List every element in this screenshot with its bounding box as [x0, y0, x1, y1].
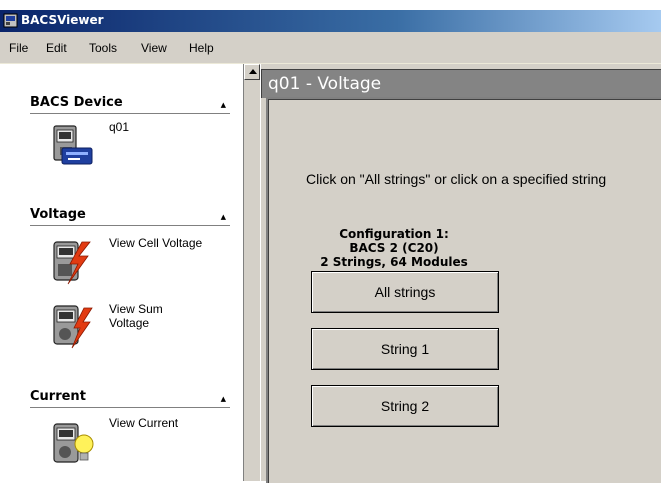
- window-title: BACSViewer: [21, 13, 104, 27]
- section-title: Voltage: [30, 207, 86, 222]
- menu-tools[interactable]: Tools: [89, 41, 117, 55]
- vertical-scrollbar[interactable]: [244, 64, 260, 481]
- configuration-info: Configuration 1: BACS 2 (C20) 2 Strings,…: [306, 227, 482, 269]
- section-bacs-device[interactable]: BACS Device ▲: [30, 95, 230, 114]
- main-panel: q01 - Voltage Click on "All strings" or …: [261, 64, 661, 483]
- bacs-device-icon[interactable]: [48, 122, 96, 170]
- panel-title: q01 - Voltage: [268, 74, 382, 94]
- all-strings-button[interactable]: All strings: [311, 271, 499, 313]
- section-current[interactable]: Current ▲: [30, 389, 230, 408]
- menu-help[interactable]: Help: [189, 41, 214, 55]
- view-cell-voltage-label[interactable]: View Cell Voltage: [109, 236, 229, 250]
- view-sum-voltage-label[interactable]: View Sum Voltage: [109, 302, 189, 330]
- title-bar: BACSViewer: [0, 10, 661, 32]
- app-icon: [3, 13, 18, 28]
- navigation-panel: BACS Device ▲ q01 Voltage ▲ View Cell Vo…: [0, 64, 244, 481]
- menu-view[interactable]: View: [141, 41, 167, 55]
- menu-file[interactable]: File: [9, 41, 28, 55]
- string-2-button[interactable]: String 2: [311, 385, 499, 427]
- collapse-icon[interactable]: ▲: [221, 213, 226, 221]
- section-voltage[interactable]: Voltage ▲: [30, 207, 230, 226]
- section-title: Current: [30, 389, 86, 404]
- menu-edit[interactable]: Edit: [46, 41, 67, 55]
- panel-header: q01 - Voltage: [261, 69, 661, 98]
- config-line-2: BACS 2 (C20): [349, 241, 439, 255]
- current-icon[interactable]: [48, 420, 96, 468]
- string-1-button[interactable]: String 1: [311, 328, 499, 370]
- collapse-icon[interactable]: ▲: [221, 101, 226, 109]
- view-current-label[interactable]: View Current: [109, 416, 229, 430]
- content-area: Click on "All strings" or click on a spe…: [266, 97, 661, 483]
- section-title: BACS Device: [30, 95, 123, 110]
- bacs-device-q01-label[interactable]: q01: [109, 120, 229, 134]
- instruction-text: Click on "All strings" or click on a spe…: [306, 171, 607, 187]
- cell-voltage-icon[interactable]: [48, 238, 96, 286]
- sum-voltage-icon[interactable]: [48, 302, 96, 350]
- arrow-up-icon: [249, 69, 257, 74]
- scroll-up-button[interactable]: [244, 64, 260, 80]
- config-line-3: 2 Strings, 64 Modules: [320, 255, 468, 269]
- menu-bar: File Edit Tools View Help: [0, 32, 661, 64]
- collapse-icon[interactable]: ▲: [221, 395, 226, 403]
- config-line-1: Configuration 1:: [339, 227, 449, 241]
